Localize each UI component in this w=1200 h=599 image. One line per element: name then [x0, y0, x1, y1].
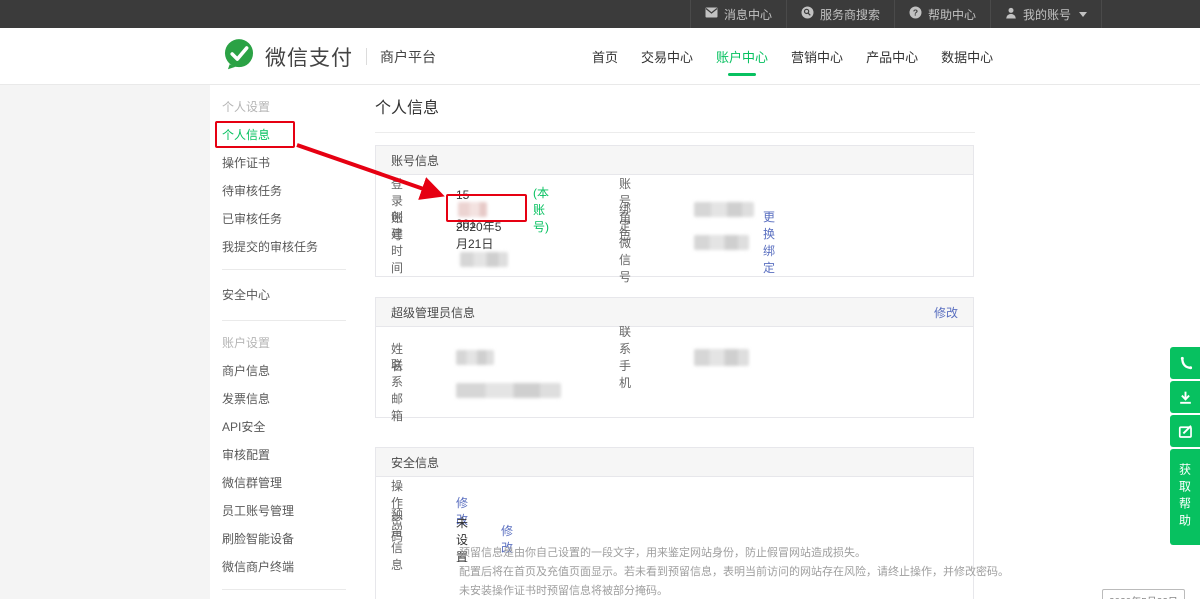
bound-wechat-label: 绑定微信号	[619, 200, 631, 285]
sidebar-divider	[222, 320, 346, 321]
panel-title: 超级管理员信息	[391, 304, 475, 321]
sidebar-item-staff-account-mgmt[interactable]: 员工账号管理	[222, 497, 345, 525]
description-line: 未安装操作证书时预留信息将被部分掩码。	[459, 582, 1009, 599]
brand-divider	[366, 48, 367, 65]
menu-item-label: 我的账号	[1023, 6, 1071, 23]
panel-title: 安全信息	[391, 454, 439, 471]
security-info-panel: 安全信息 操作密码 修改 预留信息 未设置 修改 预留信息是由你自己设置的一段文…	[375, 447, 974, 599]
redacted-account-role	[694, 202, 754, 217]
description-line: 配置后将在首页及充值页面显示。若未看到预留信息，表明当前访问的网站存在风险，请终…	[459, 563, 1009, 582]
security-info-panel-header: 安全信息	[376, 448, 973, 477]
sidebar-item-merchant-terminal[interactable]: 微信商户终端	[222, 553, 345, 581]
sidebar-item-face-device[interactable]: 刷脸智能设备	[222, 525, 345, 553]
my-account-menu-item[interactable]: 我的账号	[990, 0, 1102, 28]
sidebar-item-my-submitted-tasks[interactable]: 我提交的审核任务	[222, 233, 345, 261]
nav-marketing-center[interactable]: 营销中心	[791, 47, 843, 66]
sidebar-item-merchant-info[interactable]: 商户信息	[222, 357, 345, 385]
utility-menu: 消息中心 服务商搜索 ? 帮助中心 我的账号	[690, 0, 1102, 28]
created-time-label: 创建时间	[391, 208, 403, 276]
sidebar-item-pending-review-tasks[interactable]: 待审核任务	[222, 177, 345, 205]
edit-admin-link[interactable]: 修改	[934, 304, 958, 321]
menu-item-label: 消息中心	[724, 6, 772, 23]
admin-phone-label: 联系手机	[619, 323, 631, 391]
nav-home[interactable]: 首页	[592, 47, 618, 66]
sidebar-item-api-security[interactable]: API安全	[222, 413, 345, 441]
merchant-platform-page: 消息中心 服务商搜索 ? 帮助中心 我的账号	[0, 0, 1200, 599]
floating-help-panel: 获取帮助	[1170, 347, 1200, 545]
help-icon: ?	[909, 6, 922, 22]
download-icon	[1177, 389, 1194, 406]
utility-topbar: 消息中心 服务商搜索 ? 帮助中心 我的账号	[0, 0, 1200, 28]
sidebar-group-personal-settings: 个人设置	[222, 93, 345, 121]
login-account-prefix: 15	[456, 188, 469, 202]
contact-phone-button[interactable]	[1170, 347, 1200, 379]
panel-title: 账号信息	[391, 152, 439, 169]
feedback-edit-icon	[1177, 423, 1194, 440]
super-admin-panel-header: 超级管理员信息 修改	[376, 298, 973, 327]
left-gutter	[0, 85, 210, 599]
brand-name: 微信支付	[265, 42, 353, 72]
nav-account-center[interactable]: 账户中心	[716, 47, 768, 66]
page-title: 个人信息	[375, 94, 439, 118]
primary-nav: 首页 交易中心 账户中心 营销中心 产品中心 数据中心	[592, 28, 993, 84]
sidebar: 个人设置 个人信息 操作证书 待审核任务 已审核任务 我提交的审核任务 安全中心…	[210, 85, 345, 599]
help-center-menu-item[interactable]: ? 帮助中心	[894, 0, 990, 28]
redacted-wechat-id	[694, 235, 749, 250]
sidebar-divider	[222, 589, 346, 590]
wechat-pay-logo-icon	[222, 37, 256, 76]
redacted-admin-name	[456, 350, 494, 365]
admin-email-label: 联系邮箱	[391, 356, 403, 424]
nav-transaction-center[interactable]: 交易中心	[641, 47, 693, 66]
feedback-button[interactable]	[1170, 415, 1200, 447]
created-date: 2020年5月21日	[456, 220, 501, 251]
created-time-value: 2020年5月21日	[456, 218, 508, 267]
redacted-login-middle	[458, 202, 487, 217]
sidebar-item-review-config[interactable]: 审核配置	[222, 441, 345, 469]
sidebar-item-operation-certificate[interactable]: 操作证书	[222, 149, 345, 177]
sidebar-divider	[222, 269, 346, 270]
get-help-button[interactable]: 获取帮助	[1170, 449, 1200, 545]
title-divider	[375, 132, 975, 133]
date-tooltip: 2020年5月22日	[1102, 589, 1185, 599]
redacted-created-time	[460, 252, 508, 267]
sidebar-group-account-settings: 账户设置	[222, 329, 345, 357]
download-button[interactable]	[1170, 381, 1200, 413]
site-header: 微信支付 商户平台 首页 交易中心 账户中心 营销中心 产品中心 数据中心	[0, 28, 1200, 85]
search-icon	[801, 6, 814, 22]
sidebar-item-wechat-group-mgmt[interactable]: 微信群管理	[222, 469, 345, 497]
mail-icon	[705, 7, 718, 21]
menu-item-label: 服务商搜索	[820, 6, 880, 23]
nav-data-center[interactable]: 数据中心	[941, 47, 993, 66]
chevron-down-icon	[1079, 12, 1087, 17]
phone-icon	[1177, 355, 1194, 372]
current-account-tag: (本账号)	[533, 184, 549, 235]
svg-text:?: ?	[913, 7, 918, 17]
sidebar-item-personal-info[interactable]: 个人信息	[222, 121, 345, 149]
menu-item-label: 帮助中心	[928, 6, 976, 23]
account-info-panel: 账号信息 登录账号 15301 (本账号) 账号角色 创建时间 2020年5月2…	[375, 145, 974, 277]
redacted-admin-email	[456, 383, 561, 398]
platform-name: 商户平台	[380, 47, 436, 67]
service-provider-search-menu-item[interactable]: 服务商搜索	[786, 0, 894, 28]
sidebar-item-reviewed-tasks[interactable]: 已审核任务	[222, 205, 345, 233]
account-info-panel-header: 账号信息	[376, 146, 973, 175]
brand: 微信支付 商户平台	[222, 39, 436, 74]
sidebar-item-security-center[interactable]: 安全中心	[222, 278, 345, 312]
description-line: 预留信息是由你自己设置的一段文字，用来鉴定网站身份，防止假冒网站造成损失。	[459, 544, 1009, 563]
rebind-link[interactable]: 更换绑定	[763, 208, 775, 276]
message-center-menu-item[interactable]: 消息中心	[690, 0, 786, 28]
reserved-info-label: 预留信息	[391, 505, 403, 573]
super-admin-panel: 超级管理员信息 修改 姓 名 联系手机 联系邮箱	[375, 297, 974, 418]
user-icon	[1005, 7, 1017, 22]
sidebar-item-invoice-info[interactable]: 发票信息	[222, 385, 345, 413]
reserved-info-description: 预留信息是由你自己设置的一段文字，用来鉴定网站身份，防止假冒网站造成损失。 配置…	[459, 544, 1009, 599]
redacted-admin-phone	[694, 349, 749, 366]
nav-product-center[interactable]: 产品中心	[866, 47, 918, 66]
